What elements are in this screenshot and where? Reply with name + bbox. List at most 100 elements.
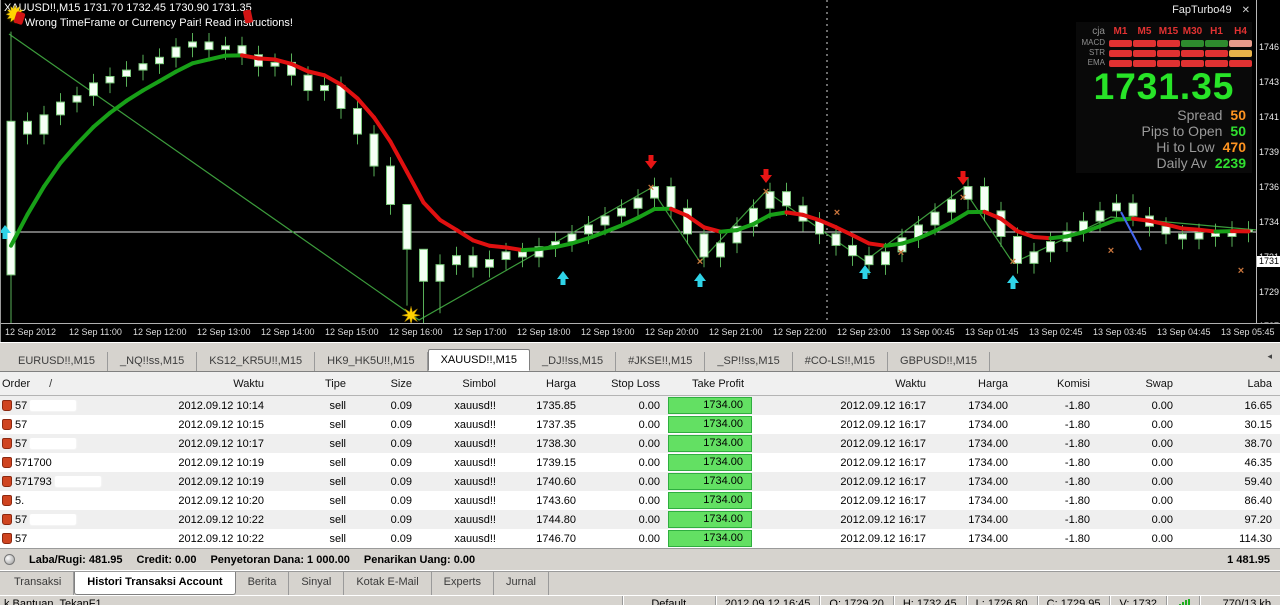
- column-header-stop-loss[interactable]: Stop Loss: [584, 378, 668, 390]
- cell-commission: -1.80: [1016, 457, 1098, 469]
- cell-open_time: 2012.09.12 10:22: [115, 514, 272, 526]
- table-row[interactable]: 572012.09.12 10:22sell0.09xauusd!!1744.8…: [0, 510, 1280, 529]
- column-header-waktu[interactable]: Waktu: [752, 378, 934, 390]
- status-quote-segment: C: 1729.95: [1037, 596, 1110, 605]
- close-icon[interactable]: ✕: [1242, 5, 1250, 16]
- chart-tab-ks12-kr5u-m15[interactable]: KS12_KR5U!!,M15: [197, 352, 315, 371]
- censored-order-number: [30, 533, 76, 544]
- time-tick: 12 Sep 23:00: [837, 327, 891, 337]
- column-header-order[interactable]: Order/: [0, 378, 115, 390]
- table-row[interactable]: 5717932012.09.12 10:19sell0.09xauusd!!17…: [0, 472, 1280, 491]
- cell-symbol: xauusd!!: [420, 457, 504, 469]
- table-row[interactable]: 572012.09.12 10:15sell0.09xauusd!!1737.3…: [0, 415, 1280, 434]
- column-header-tipe[interactable]: Tipe: [272, 378, 354, 390]
- price-tick: 1736: [1259, 182, 1279, 192]
- price-tick: 1741: [1259, 112, 1279, 122]
- cell-profit: 59.40: [1181, 476, 1280, 488]
- cell-open_time: 2012.09.12 10:15: [115, 419, 272, 431]
- censored-order-number: [30, 514, 76, 525]
- connection-bars: [1166, 596, 1199, 605]
- table-row[interactable]: 5.2012.09.12 10:20sell0.09xauusd!!1743.6…: [0, 491, 1280, 510]
- terminal-tab-berita[interactable]: Berita: [236, 572, 290, 595]
- chart-panel[interactable]: ×××××××××✷ XAUUSD!!,M15 1731.70 1732.45 …: [0, 0, 1280, 342]
- chart-tab--dj-ss-m15[interactable]: _DJ!!ss,M15: [530, 352, 616, 371]
- time-tick: 13 Sep 03:45: [1093, 327, 1147, 337]
- signal-cell: [1109, 50, 1132, 57]
- chart-tab--nq-ss-m15[interactable]: _NQ!!ss,M15: [108, 352, 197, 371]
- chart-tab--sp-ss-m15[interactable]: _SP!!ss,M15: [705, 352, 792, 371]
- sell-order-icon: [2, 400, 12, 411]
- chart-tab-gbpusd-m15[interactable]: GBPUSD!!,M15: [888, 352, 990, 371]
- cell-sl: 0.00: [584, 533, 668, 545]
- mt4-window: ×××××××××✷ XAUUSD!!,M15 1731.70 1732.45 …: [0, 0, 1280, 605]
- cell-close_price: 1734.00: [934, 400, 1016, 412]
- cell-open_price: 1746.70: [504, 533, 584, 545]
- chart-tab-xauusd-m15[interactable]: XAUUSD!!,M15: [428, 349, 530, 371]
- svg-text:×: ×: [1108, 245, 1114, 257]
- cell-sl: 0.00: [584, 476, 668, 488]
- signal-cell: [1157, 40, 1180, 47]
- table-row[interactable]: 572012.09.12 10:22sell0.09xauusd!!1746.7…: [0, 529, 1280, 548]
- price-chart[interactable]: ×××××××××✷: [1, 0, 1257, 323]
- stat-label: Daily Av: [1157, 155, 1207, 171]
- censored-order-number: [30, 400, 76, 411]
- cell-sl: 0.00: [584, 438, 668, 450]
- terminal-tab-histori-transaksi-account[interactable]: Histori Transaksi Account: [74, 572, 235, 595]
- censored-order-number: [55, 476, 101, 487]
- chart-tab-hk9-hk5u-m15[interactable]: HK9_HK5U!!,M15: [315, 352, 427, 371]
- terminal-tab-experts[interactable]: Experts: [432, 572, 494, 595]
- indicator-corner-label: cja: [1078, 26, 1108, 37]
- price-tick: 1739: [1259, 147, 1279, 157]
- stat-label: Hi to Low: [1156, 139, 1214, 155]
- timeframe-label: M15: [1157, 26, 1180, 37]
- cell-close_time: 2012.09.12 16:17: [752, 495, 934, 507]
- cell-swap: 0.00: [1098, 533, 1181, 545]
- cell-order: 57: [0, 419, 115, 431]
- timeframe-label: H1: [1205, 26, 1228, 37]
- chart-tab--co-ls-m15[interactable]: #CO-LS!!,M15: [793, 352, 888, 371]
- chart-tab--jkse-m15[interactable]: #JKSE!!,M15: [616, 352, 705, 371]
- sort-indicator: /: [49, 378, 52, 390]
- table-row[interactable]: 5717002012.09.12 10:19sell0.09xauusd!!17…: [0, 453, 1280, 472]
- column-header-harga[interactable]: Harga: [934, 378, 1016, 390]
- terminal-tab-jurnal[interactable]: Jurnal: [494, 572, 549, 595]
- price-axis[interactable]: 1746174317411739173617341731172917271731: [1256, 0, 1280, 324]
- cell-sl: 0.00: [584, 457, 668, 469]
- column-header-waktu[interactable]: Waktu: [115, 378, 272, 390]
- column-header-simbol[interactable]: Simbol: [420, 378, 504, 390]
- cell-symbol: xauusd!!: [420, 533, 504, 545]
- cell-sl: 0.00: [584, 495, 668, 507]
- terminal-tab-sinyal[interactable]: Sinyal: [289, 572, 344, 595]
- summary-total: 1 481.95: [1227, 554, 1280, 566]
- time-tick: 13 Sep 05:45: [1221, 327, 1275, 337]
- status-traffic: 770/13 kb: [1199, 596, 1280, 605]
- column-header-size[interactable]: Size: [354, 378, 420, 390]
- cell-commission: -1.80: [1016, 476, 1098, 488]
- summary-laba-rugi: Laba/Rugi: 481.95: [29, 554, 123, 566]
- column-header-komisi[interactable]: Komisi: [1016, 378, 1098, 390]
- status-quote-segment: O: 1729.20: [819, 596, 892, 605]
- timeframe-matrix: cjaM1M5M15M30H1H4MACDSTREMA: [1078, 26, 1250, 67]
- table-row[interactable]: 572012.09.12 10:17sell0.09xauusd!!1738.3…: [0, 434, 1280, 453]
- status-profile[interactable]: Default: [622, 596, 715, 605]
- censored-order-number: [55, 457, 101, 468]
- cell-close_price: 1734.00: [934, 514, 1016, 526]
- time-axis[interactable]: 12 Sep 201212 Sep 11:0012 Sep 12:0012 Se…: [1, 323, 1280, 342]
- column-header-harga[interactable]: Harga: [504, 378, 584, 390]
- indicator-price: 1731.35: [1078, 67, 1250, 107]
- column-header-laba[interactable]: Laba: [1181, 378, 1280, 390]
- cell-open_time: 2012.09.12 10:19: [115, 457, 272, 469]
- column-header-swap[interactable]: Swap: [1098, 378, 1181, 390]
- cell-type: sell: [272, 476, 354, 488]
- tab-scroll-left-icon[interactable]: ◂: [1267, 351, 1272, 362]
- table-row[interactable]: 572012.09.12 10:14sell0.09xauusd!!1735.8…: [0, 396, 1280, 415]
- cell-swap: 0.00: [1098, 514, 1181, 526]
- signal-cell: [1133, 50, 1156, 57]
- cell-tp: 1734.00: [668, 435, 752, 452]
- chart-tab-eurusd-m15[interactable]: EURUSD!!,M15: [6, 352, 108, 371]
- terminal-tab-kotak-e-mail[interactable]: Kotak E-Mail: [344, 572, 431, 595]
- column-header-take-profit[interactable]: Take Profit: [668, 378, 752, 390]
- cell-tp: 1734.00: [668, 397, 752, 414]
- terminal-tab-transaksi[interactable]: Transaksi: [2, 572, 74, 595]
- svg-text:×: ×: [763, 186, 769, 198]
